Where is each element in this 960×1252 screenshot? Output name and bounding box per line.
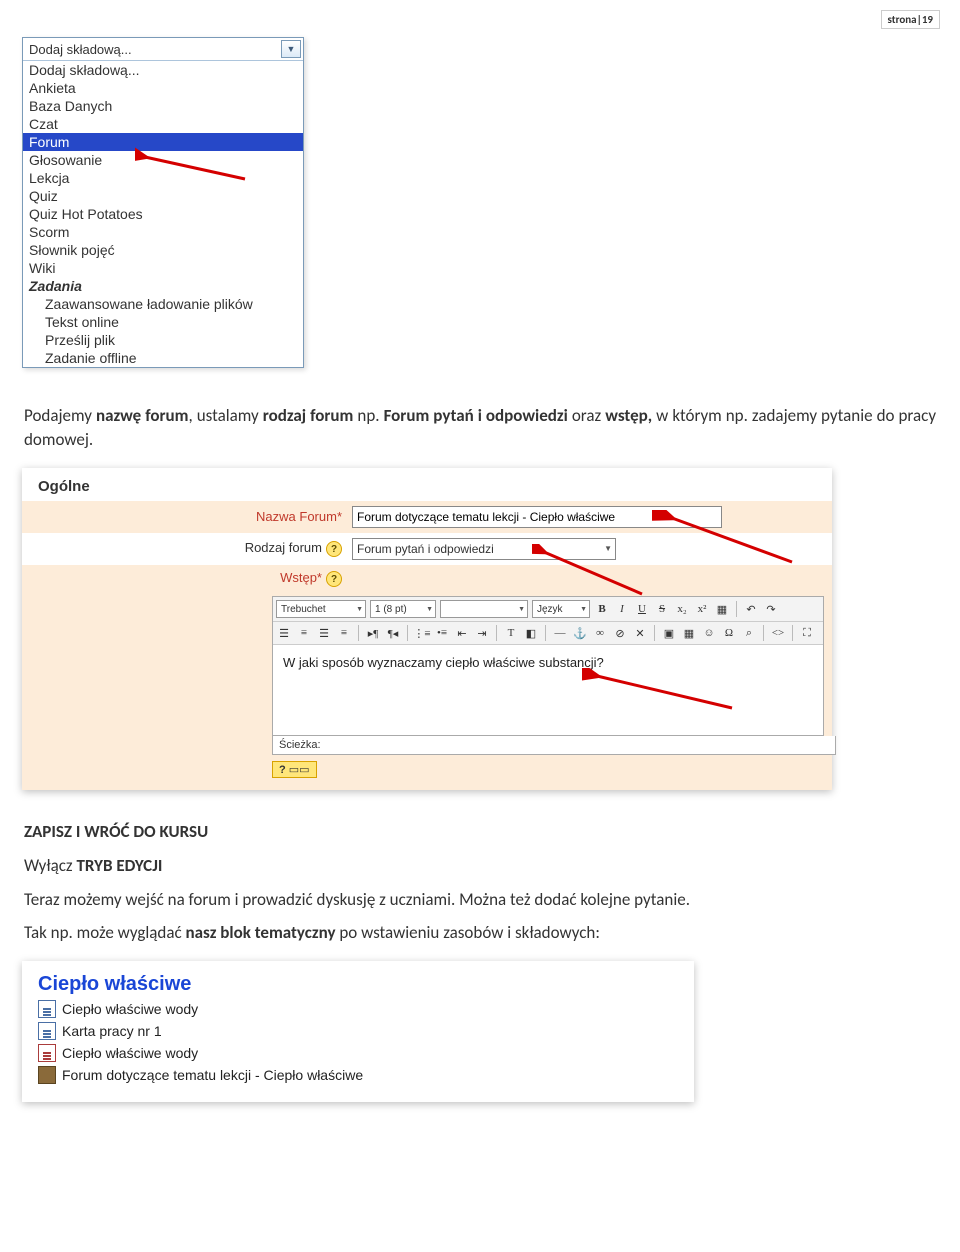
subscript-button[interactable]: x₂ xyxy=(674,601,690,617)
char-button[interactable]: Ω xyxy=(721,625,737,641)
dropdown-item[interactable]: Wiki xyxy=(23,259,303,277)
ordered-list-button[interactable]: ⋮≡ xyxy=(414,625,430,641)
resource-item[interactable]: Forum dotyczące tematu lekcji - Ciepło w… xyxy=(38,1064,678,1086)
image-button[interactable]: ▣ xyxy=(661,625,677,641)
align-right-button[interactable]: ☰ xyxy=(316,625,332,641)
bg-color-button[interactable]: ◧ xyxy=(523,625,539,641)
align-center-button[interactable]: ≡ xyxy=(296,625,312,641)
resource-label: Ciepło właściwe wody xyxy=(62,1001,198,1017)
paragraph-4: Tak np. może wyglądać nasz blok tematycz… xyxy=(24,921,936,945)
unordered-list-button[interactable]: •≡ xyxy=(434,625,450,641)
paragraph-3: Teraz możemy wejść na forum i prowadzić … xyxy=(24,888,936,912)
red-arrow-icon xyxy=(135,147,255,187)
dropdown-item[interactable]: Czat xyxy=(23,115,303,133)
dropdown-item[interactable]: Słownik pojęć xyxy=(23,241,303,259)
general-settings-panel: Ogólne Nazwa Forum* Rodzaj forum? Forum … xyxy=(22,468,832,791)
editor-toolbar-2: ☰ ≡ ☰ ≡ ▸¶ ¶◂ ⋮≡ •≡ ⇤ ⇥ T ◧ — ⚓ ∞ ⊘ xyxy=(273,622,823,645)
paragraph-1: Podajemy nazwę forum, ustalamy rodzaj fo… xyxy=(24,404,936,452)
strike-button[interactable]: S xyxy=(654,601,670,617)
topic-title[interactable]: Ciepło właściwe xyxy=(38,973,678,996)
hr-button[interactable]: — xyxy=(552,625,568,641)
editor-path: Ścieżka: xyxy=(272,736,836,755)
doc-icon xyxy=(38,1000,56,1018)
editor-help-button[interactable]: ? ▭▭ xyxy=(272,761,317,778)
redo-button[interactable]: ↷ xyxy=(763,601,779,617)
red-arrow-icon xyxy=(582,668,742,718)
dropdown-item[interactable]: Quiz xyxy=(23,187,303,205)
clean-button[interactable]: ▦ xyxy=(714,601,730,617)
resource-label: Ciepło właściwe wody xyxy=(62,1045,198,1061)
forum-type-label: Rodzaj forum? xyxy=(32,540,352,558)
size-select[interactable]: 1 (8 pt) xyxy=(370,600,436,618)
dropdown-item[interactable]: Dodaj składową... xyxy=(23,61,303,79)
paragraph-2: Wyłącz TRYB EDYCJI xyxy=(24,854,936,878)
align-left-button[interactable]: ☰ xyxy=(276,625,292,641)
dropdown-item[interactable]: Zaawansowane ładowanie plików xyxy=(23,295,303,313)
general-legend: Ogólne xyxy=(22,468,832,501)
help-icon[interactable]: ? xyxy=(326,571,342,587)
superscript-button[interactable]: x² xyxy=(694,601,710,617)
rtl-button[interactable]: ¶◂ xyxy=(385,625,401,641)
pdf-icon xyxy=(38,1044,56,1062)
dropdown-item[interactable]: Prześlij plik xyxy=(23,331,303,349)
resource-label: Karta pracy nr 1 xyxy=(62,1023,162,1039)
forum-icon xyxy=(38,1066,56,1084)
resource-label: Forum dotyczące tematu lekcji - Ciepło w… xyxy=(62,1067,363,1083)
fullscreen-button[interactable]: ⛶ xyxy=(799,625,815,641)
doc-icon xyxy=(38,1022,56,1040)
dropdown-header-text: Dodaj składową... xyxy=(29,42,132,57)
dropdown-item[interactable]: Ankieta xyxy=(23,79,303,97)
resource-item[interactable]: Ciepło właściwe wody xyxy=(38,1042,678,1064)
red-arrow-icon xyxy=(652,510,802,570)
anchor-button[interactable]: ⚓ xyxy=(572,625,588,641)
red-arrow-icon xyxy=(532,544,652,604)
dropdown-item: Zadania xyxy=(23,277,303,295)
style-select[interactable] xyxy=(440,600,528,618)
add-component-dropdown[interactable]: Dodaj składową... ▼ Dodaj składową...Ank… xyxy=(22,37,304,368)
html-button[interactable]: <> xyxy=(770,625,786,641)
forum-name-label: Nazwa Forum* xyxy=(32,509,352,524)
topic-block-panel: Ciepło właściwe Ciepło właściwe wody Kart… xyxy=(22,961,694,1102)
indent-button[interactable]: ⇥ xyxy=(474,625,490,641)
smiley-button[interactable]: ☺ xyxy=(701,625,717,641)
dropdown-item[interactable]: Scorm xyxy=(23,223,303,241)
link-button[interactable]: ∞ xyxy=(592,625,608,641)
intro-label: Wstęp*? xyxy=(32,570,352,588)
undo-button[interactable]: ↶ xyxy=(743,601,759,617)
nolink-button[interactable]: ✕ xyxy=(632,625,648,641)
resource-item[interactable]: Ciepło właściwe wody xyxy=(38,998,678,1020)
outdent-button[interactable]: ⇤ xyxy=(454,625,470,641)
dropdown-item[interactable]: Tekst online xyxy=(23,313,303,331)
ltr-button[interactable]: ▸¶ xyxy=(365,625,381,641)
unlink-button[interactable]: ⊘ xyxy=(612,625,628,641)
page-number: strona|19 xyxy=(881,10,940,29)
search-button[interactable]: ⌕ xyxy=(741,625,757,641)
heading-save: ZAPISZ I WRÓĆ DO KURSU xyxy=(24,820,936,844)
dropdown-toggle-button[interactable]: ▼ xyxy=(281,40,301,58)
help-icon[interactable]: ? xyxy=(326,541,342,557)
dropdown-item[interactable]: Zadanie offline xyxy=(23,349,303,367)
resource-item[interactable]: Karta pracy nr 1 xyxy=(38,1020,678,1042)
table-button[interactable]: ▦ xyxy=(681,625,697,641)
dropdown-item[interactable]: Baza Danych xyxy=(23,97,303,115)
dropdown-item[interactable]: Quiz Hot Potatoes xyxy=(23,205,303,223)
text-color-button[interactable]: T xyxy=(503,625,519,641)
align-justify-button[interactable]: ≡ xyxy=(336,625,352,641)
font-select[interactable]: Trebuchet xyxy=(276,600,366,618)
